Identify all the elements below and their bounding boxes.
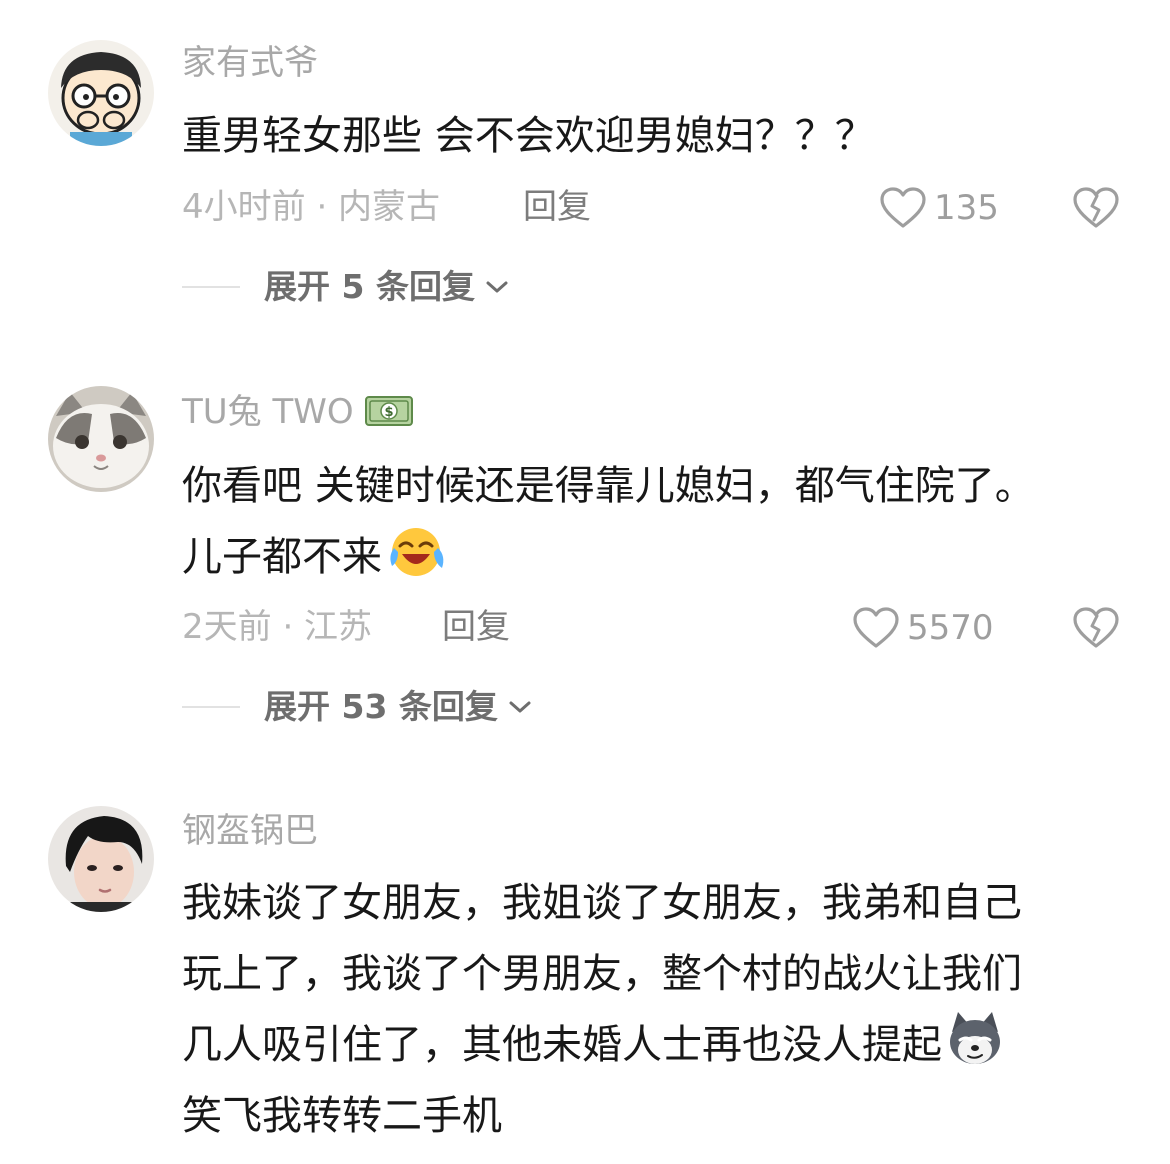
comment-item: 家有式爷 重男轻女那些 会不会欢迎男媳妇？？？ 4小时前 · 内蒙古 回复 13…: [0, 0, 1170, 340]
cat-avatar-icon: [48, 386, 154, 492]
avatar[interactable]: [48, 386, 154, 492]
like-count: 5570: [907, 608, 994, 648]
divider: [182, 705, 240, 708]
broken-heart-icon: [1073, 607, 1119, 648]
comment-text-line: 笑飞我转转二手机: [182, 1093, 502, 1139]
comment-text: 你看吧 关键时候还是得靠儿媳妇，都气住院了。 儿子都不来: [182, 451, 1142, 593]
expand-replies-button[interactable]: 展开 5 条回复: [182, 270, 509, 303]
comment-item: TU兔 TWO $ 你看吧 关键时候还是得靠儿媳妇，都气住院了。 儿子都不来 2…: [0, 340, 1170, 770]
heart-icon: [880, 187, 926, 228]
comment-text-line: 重男轻女那些 会不会欢迎男媳妇？？？: [182, 113, 875, 159]
expand-replies-button[interactable]: 展开 53 条回复: [182, 690, 532, 723]
avatar[interactable]: [48, 40, 154, 146]
username[interactable]: 家有式爷: [182, 46, 318, 80]
username[interactable]: 钢盔锅巴: [182, 814, 318, 848]
comment-text: 我妹谈了女朋友，我姐谈了女朋友，我弟和自己 玩上了，我谈了个男朋友，整个村的战火…: [182, 868, 1142, 1152]
reply-button[interactable]: 回复: [442, 610, 510, 644]
young-man-avatar-icon: [48, 806, 154, 912]
broken-heart-icon: [1073, 187, 1119, 228]
divider: [182, 285, 240, 288]
comment-time-location: 4小时前 · 内蒙古: [182, 187, 441, 227]
expand-replies-label: 展开 53 条回复: [264, 687, 498, 726]
comment-item: 钢盔锅巴 我妹谈了女朋友，我姐谈了女朋友，我弟和自己 玩上了，我谈了个男朋友，整…: [0, 770, 1170, 1164]
money-bill-icon: $: [365, 396, 414, 426]
svg-text:$: $: [385, 405, 394, 420]
like-button[interactable]: 5570: [851, 606, 994, 650]
comment-text-line: 玩上了，我谈了个男朋友，整个村的战火让我们: [182, 951, 1022, 997]
comment-text-line: 你看吧 关键时候还是得靠儿媳妇，都气住院了。: [182, 463, 1035, 509]
comment-text-line: 几人吸引住了，其他未婚人士再也没人提起: [182, 1010, 1142, 1081]
like-button[interactable]: 135: [878, 186, 999, 230]
heart-icon: [853, 607, 899, 648]
like-count: 135: [934, 188, 999, 228]
comment-text-line: 儿子都不来: [182, 522, 1142, 593]
comment-time-location: 2天前 · 江苏: [182, 607, 373, 647]
comment-text: 重男轻女那些 会不会欢迎男媳妇？？？: [182, 101, 1142, 172]
dislike-button[interactable]: [1072, 606, 1120, 654]
dislike-button[interactable]: [1072, 186, 1120, 234]
comment-text-line: 我妹谈了女朋友，我姐谈了女朋友，我弟和自己: [182, 880, 1022, 926]
chevron-down-icon: [486, 281, 508, 292]
boy-avatar-icon: [48, 40, 154, 146]
crying-laughing-emoji-icon: [390, 528, 444, 576]
chevron-down-icon: [509, 701, 531, 712]
expand-replies-label: 展开 5 条回复: [264, 267, 475, 306]
username[interactable]: TU兔 TWO $: [182, 392, 414, 432]
avatar[interactable]: [48, 806, 154, 912]
username-text: TU兔 TWO: [182, 392, 354, 432]
reply-button[interactable]: 回复: [523, 190, 591, 224]
smug-husky-emoji-icon: [950, 1012, 1000, 1064]
